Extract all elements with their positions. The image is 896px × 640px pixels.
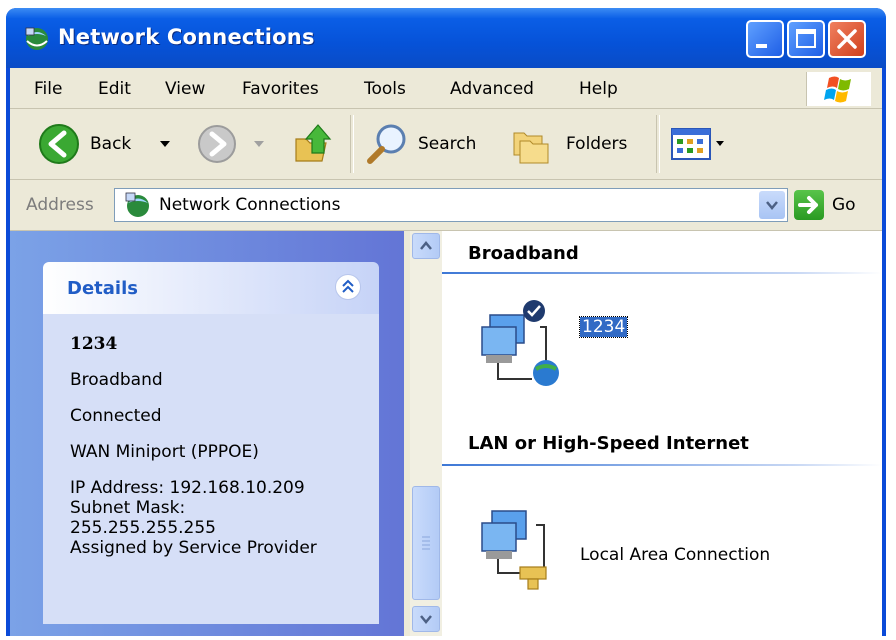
connections-list: Broadband 1234 LAN or High-Speed Interne… xyxy=(442,231,882,636)
menu-view[interactable]: View xyxy=(165,79,205,99)
back-arrow-icon xyxy=(39,124,79,164)
details-subnet-label: Subnet Mask: xyxy=(70,498,186,518)
group-divider xyxy=(442,272,882,274)
close-button[interactable] xyxy=(828,20,866,58)
address-input[interactable]: Network Connections xyxy=(114,188,788,222)
back-button[interactable]: Back xyxy=(36,121,184,167)
menu-bar: File Edit View Favorites Tools Advanced … xyxy=(10,68,882,109)
group-divider xyxy=(442,464,882,466)
chevron-down-icon xyxy=(420,615,432,624)
details-status: Connected xyxy=(70,406,162,426)
details-title: Details xyxy=(67,278,138,299)
details-type: Broadband xyxy=(70,370,163,390)
menu-edit[interactable]: Edit xyxy=(98,79,131,99)
chevron-double-up-icon xyxy=(342,279,354,293)
details-device: WAN Miniport (PPPOE) xyxy=(70,442,259,462)
search-button[interactable]: Search xyxy=(364,121,492,167)
toolbar-separator xyxy=(350,115,354,173)
maximize-icon xyxy=(796,29,816,48)
address-label: Address xyxy=(26,195,94,215)
address-value: Network Connections xyxy=(159,195,341,215)
details-ip: IP Address: 192.168.10.209 xyxy=(70,478,305,498)
grip-icon xyxy=(422,536,430,550)
minimize-icon xyxy=(756,44,767,48)
go-label[interactable]: Go xyxy=(832,195,856,215)
details-header[interactable]: Details xyxy=(43,262,379,314)
menu-advanced[interactable]: Advanced xyxy=(450,79,534,99)
views-button[interactable] xyxy=(668,123,730,165)
details-name: 1234 xyxy=(70,334,118,354)
details-subnet-value: 255.255.255.255 xyxy=(70,518,217,538)
views-icon xyxy=(671,128,724,160)
group-title-broadband: Broadband xyxy=(468,243,579,264)
forward-arrow-icon xyxy=(198,125,236,163)
address-bar: Address Network Connections Go xyxy=(10,180,882,231)
address-dropdown-button[interactable] xyxy=(759,191,785,219)
chevron-up-icon xyxy=(420,241,432,250)
network-connections-icon xyxy=(125,192,149,217)
window-title: Network Connections xyxy=(58,25,315,49)
windows-logo xyxy=(806,72,871,106)
details-assigned: Assigned by Service Provider xyxy=(70,538,317,558)
go-button[interactable] xyxy=(794,190,824,220)
menu-tools[interactable]: Tools xyxy=(364,79,406,99)
scroll-thumb[interactable] xyxy=(412,486,440,600)
scroll-up-button[interactable] xyxy=(412,233,440,259)
group-title-lan: LAN or High-Speed Internet xyxy=(468,433,749,454)
connection-label-1234[interactable]: 1234 xyxy=(578,316,629,338)
connection-item-local-area[interactable]: Local Area Connection xyxy=(476,501,856,591)
menu-file[interactable]: File xyxy=(34,79,62,99)
forward-button[interactable] xyxy=(194,121,274,167)
up-folder-button[interactable] xyxy=(292,121,338,167)
chevron-down-icon xyxy=(766,201,778,210)
search-magnifier-icon xyxy=(367,124,406,164)
folders-icon xyxy=(513,132,549,164)
maximize-button[interactable] xyxy=(787,20,825,58)
task-pane: Details 1234 Broadband Connected WAN Min… xyxy=(10,231,404,636)
go-arrow-icon xyxy=(798,196,818,214)
search-label: Search xyxy=(418,134,477,154)
back-label: Back xyxy=(90,134,132,154)
details-collapse-button[interactable] xyxy=(335,274,361,300)
connection-item-1234[interactable]: 1234 xyxy=(476,297,676,386)
close-icon xyxy=(837,29,857,49)
toolbar-separator xyxy=(656,115,660,173)
title-bar[interactable]: Network Connections xyxy=(6,8,886,68)
details-panel: 1234 Broadband Connected WAN Miniport (P… xyxy=(43,314,379,624)
menu-favorites[interactable]: Favorites xyxy=(242,79,319,99)
chevron-down-icon xyxy=(254,141,264,147)
connection-label-local-area[interactable]: Local Area Connection xyxy=(580,545,770,565)
scroll-down-button[interactable] xyxy=(412,606,440,632)
menu-help[interactable]: Help xyxy=(579,79,618,99)
broadband-connection-icon xyxy=(481,300,559,386)
client-area: File Edit View Favorites Tools Advanced … xyxy=(10,68,882,636)
folders-button[interactable]: Folders xyxy=(508,121,644,167)
network-connections-icon xyxy=(25,27,48,50)
lan-connection-icon xyxy=(481,510,547,590)
chevron-down-icon xyxy=(160,141,170,147)
standard-toolbar: Back Search Folders xyxy=(10,109,882,180)
windows-flag-icon xyxy=(824,76,851,103)
vertical-scrollbar[interactable] xyxy=(410,231,442,636)
minimize-button[interactable] xyxy=(746,20,784,58)
network-connections-window: Network Connections File Edit View Favor… xyxy=(6,8,886,636)
folders-label: Folders xyxy=(566,134,628,154)
up-folder-icon xyxy=(295,124,332,162)
